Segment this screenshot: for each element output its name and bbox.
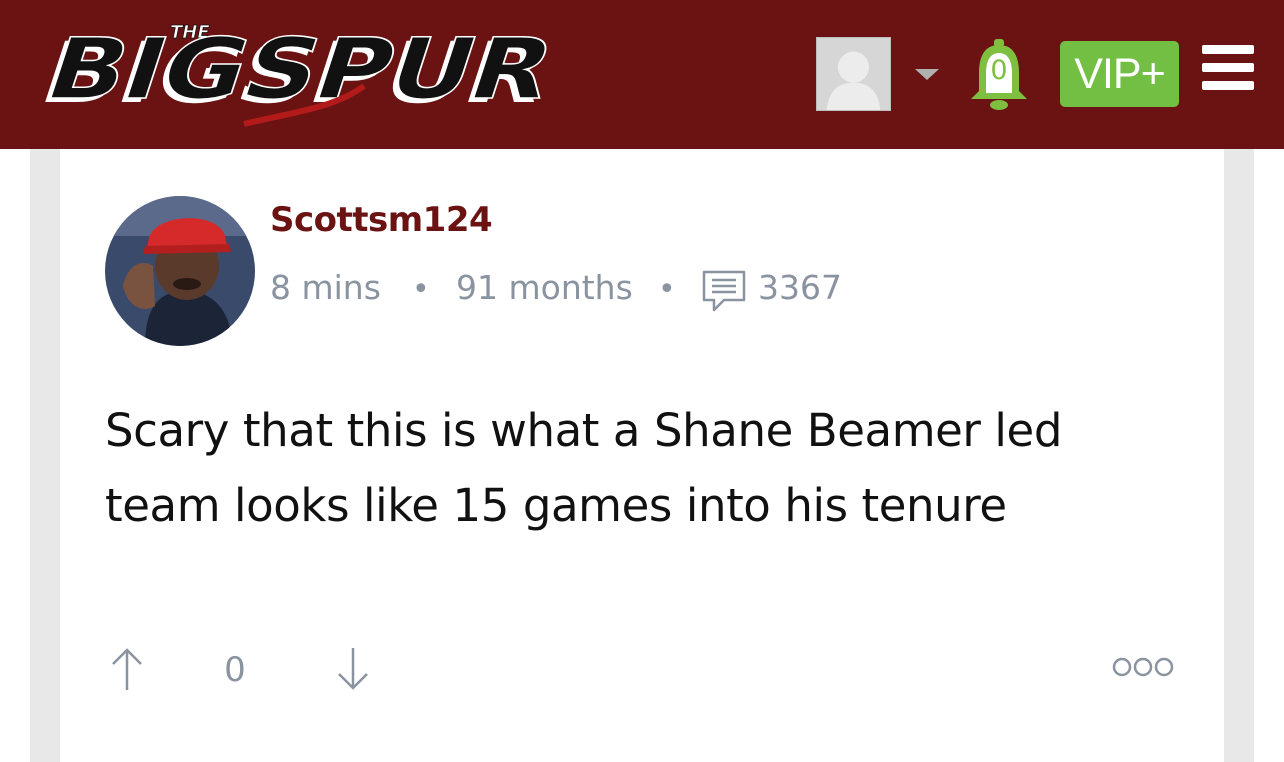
menu-button[interactable] (1202, 45, 1254, 91)
comment-icon (702, 270, 746, 312)
poster-avatar-image (105, 196, 255, 346)
site-logo[interactable]: THE BIGSPUR BIGSPUR (34, 16, 554, 131)
vote-count: 0 (224, 650, 246, 690)
vip-button[interactable]: VIP+ (1060, 41, 1179, 107)
notifications-button[interactable]: 0 (967, 37, 1031, 112)
menu-icon-bar (1202, 63, 1254, 72)
menu-icon (1202, 45, 1254, 54)
page-gutter-left (30, 149, 60, 762)
post-time: 8 mins (270, 268, 381, 307)
more-options-icon (1112, 657, 1174, 677)
notification-count: 0 (990, 55, 1008, 86)
separator-dot: • (658, 272, 676, 307)
downvote-button[interactable] (336, 646, 370, 692)
user-avatar-icon (817, 38, 890, 110)
member-tenure: 91 months (456, 268, 633, 307)
caret-down-icon (915, 69, 939, 80)
account-dropdown-toggle[interactable] (912, 66, 942, 82)
post-body-text: Scary that this is what a Shane Beamer l… (105, 404, 1062, 532)
arrow-up-icon (112, 648, 142, 690)
author-post-count: 3367 (758, 268, 842, 307)
post-author-username[interactable]: Scottsm124 (270, 200, 493, 246)
top-navigation-bar: THE BIGSPUR BIGSPUR 0 VIP+ (0, 0, 1284, 149)
separator-dot: • (412, 272, 430, 307)
more-options-button[interactable] (1110, 654, 1176, 680)
user-avatar-button[interactable] (816, 37, 891, 111)
upvote-button[interactable] (110, 646, 144, 692)
page-gutter-right (1224, 149, 1254, 762)
svg-text:BIGSPUR: BIGSPUR (35, 21, 554, 118)
arrow-down-icon (338, 648, 368, 690)
menu-icon-bar (1202, 81, 1254, 90)
poster-avatar[interactable] (105, 196, 255, 346)
